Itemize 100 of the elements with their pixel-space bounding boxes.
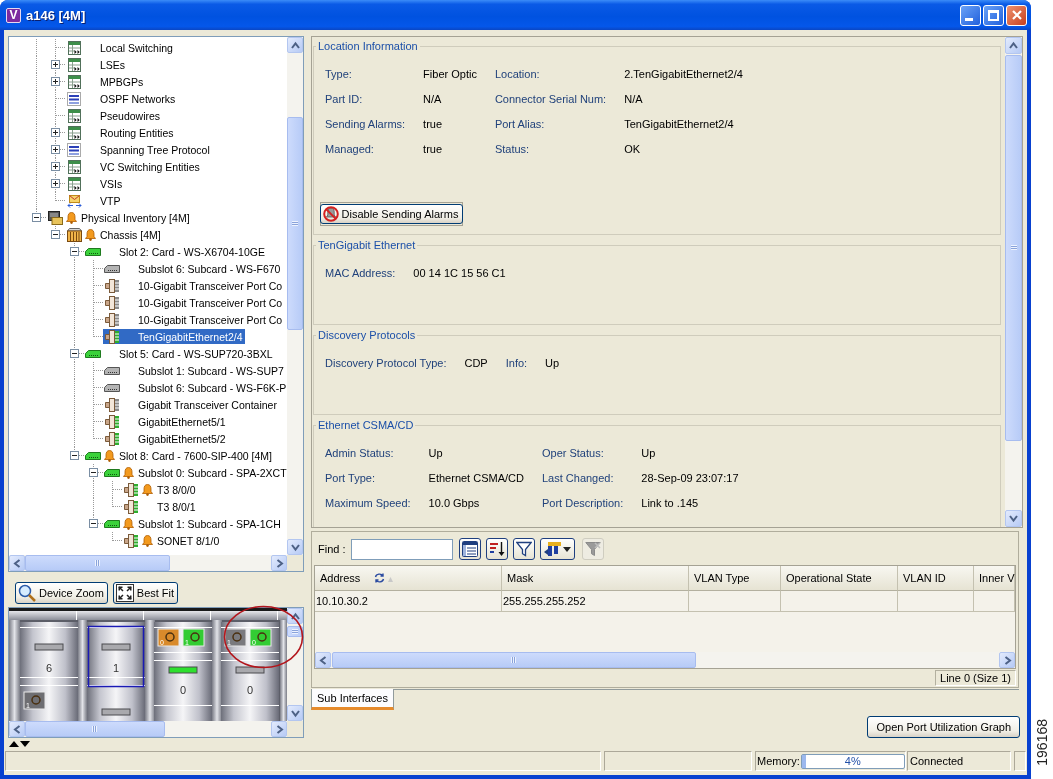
tree-item[interactable]: Physical Inventory [4M]: [46, 210, 192, 225]
scroll-left-button[interactable]: [9, 721, 25, 737]
column-header[interactable]: VLAN Type: [689, 566, 781, 591]
scrollbar-thumb[interactable]: [287, 626, 303, 637]
tree-item[interactable]: VTP: [65, 193, 123, 208]
scroll-right-button[interactable]: [271, 721, 287, 737]
tree-item[interactable]: Slot 5: Card - WS-SUP720-3BXL: [84, 346, 275, 361]
close-button[interactable]: [1006, 4, 1027, 26]
scrollbar-thumb[interactable]: [25, 721, 165, 737]
minus-box-icon[interactable]: [70, 451, 79, 460]
tree-item[interactable]: Subslot 0: Subcard - SPA-2XCT: [103, 465, 287, 480]
minus-box-icon[interactable]: [70, 247, 79, 256]
horizontal-scrollbar[interactable]: [315, 652, 1015, 668]
disable-alarms-button[interactable]: Disable Sending Alarms: [319, 204, 464, 224]
tree-item[interactable]: 10-Gigabit Transceiver Port Co: [103, 278, 285, 293]
vertical-scrollbar[interactable]: [287, 37, 303, 555]
horizontal-scrollbar[interactable]: [9, 555, 287, 571]
scrollbar-thumb[interactable]: [1005, 55, 1022, 441]
column-header[interactable]: Inner V: [974, 566, 1016, 591]
tree-item[interactable]: VC Switching Entities: [65, 159, 202, 174]
field-value: OK: [624, 142, 642, 155]
chevron-down-icon: [1009, 514, 1018, 523]
scroll-down-button[interactable]: [287, 539, 303, 555]
tree-item[interactable]: Routing Entities: [65, 125, 176, 140]
scroll-left-button[interactable]: [315, 652, 331, 668]
tree-item[interactable]: T3 8/0/0: [122, 482, 198, 497]
column-header[interactable]: VLAN ID: [898, 566, 974, 591]
plus-box-icon[interactable]: [51, 179, 60, 188]
plus-box-icon[interactable]: [51, 128, 60, 137]
minus-box-icon[interactable]: [89, 468, 98, 477]
tree-item[interactable]: TenGigabitEthernet2/4: [103, 329, 245, 344]
field-value: CDP: [464, 356, 488, 369]
minus-box-icon[interactable]: [70, 349, 79, 358]
tree-item[interactable]: OSPF Networks: [65, 91, 178, 106]
tree-item[interactable]: 10-Gigabit Transceiver Port Co: [103, 312, 285, 327]
tree-item[interactable]: GigabitEthernet5/1: [103, 414, 228, 429]
horizontal-scrollbar[interactable]: [9, 721, 287, 737]
best-fit-button[interactable]: Best Fit: [112, 582, 179, 604]
column-header[interactable]: Address: [315, 566, 502, 591]
tree-item[interactable]: VSIs: [65, 176, 125, 191]
vertical-scrollbar[interactable]: [287, 608, 303, 721]
field-value: 28-Sep-09 23:07:17: [641, 471, 739, 484]
tree-item[interactable]: Subslot 6: Subcard - WS-F670: [103, 261, 283, 276]
line-card[interactable]: 1: [86, 622, 146, 721]
find-field[interactable]: [350, 538, 453, 560]
plus-box-icon[interactable]: [51, 60, 60, 69]
scrollbar-thumb[interactable]: [332, 652, 696, 668]
tree-item[interactable]: SONET 8/1/0: [122, 533, 222, 548]
columns-icon: [543, 541, 562, 557]
scroll-right-button[interactable]: [271, 555, 287, 571]
graph-button[interactable]: Open Port Utilization Graph: [867, 716, 1020, 738]
tree-item[interactable]: MPBGPs: [65, 74, 146, 89]
tree-item[interactable]: LSEs: [65, 57, 128, 72]
plus-box-icon[interactable]: [51, 77, 60, 86]
minimize-button[interactable]: [960, 4, 981, 26]
minus-box-icon[interactable]: [89, 519, 98, 528]
chevron-down-icon: [290, 542, 300, 552]
scroll-down-button[interactable]: [1005, 510, 1022, 527]
scroll-up-button[interactable]: [287, 37, 303, 53]
columns-button[interactable]: [539, 538, 575, 560]
plus-box-icon[interactable]: [51, 162, 60, 171]
tree-item[interactable]: Slot 2: Card - WS-X6704-10GE: [84, 244, 267, 259]
column-header[interactable]: Operational State: [781, 566, 898, 591]
tab[interactable]: Sub Interfaces: [311, 689, 394, 710]
field-label: Type:: [325, 67, 353, 80]
vertical-scrollbar[interactable]: [1005, 37, 1022, 527]
scrollbar-thumb[interactable]: [25, 555, 170, 571]
maximize-button[interactable]: [983, 4, 1004, 26]
caret-icon: [562, 546, 571, 552]
tree-item[interactable]: 10-Gigabit Transceiver Port Co: [103, 295, 285, 310]
tree-item[interactable]: T3 8/0/1: [122, 499, 198, 514]
field-label: Connector Serial Num:: [494, 92, 607, 105]
bell-icon: [123, 517, 134, 530]
tree-item[interactable]: Slot 8: Card - 7600-SIP-400 [4M]: [84, 448, 274, 463]
tree-item[interactable]: Chassis [4M]: [65, 227, 163, 242]
tree-item[interactable]: Pseudowires: [65, 108, 163, 123]
list-button[interactable]: [458, 538, 481, 560]
tree-item[interactable]: GigabitEthernet5/2: [103, 431, 228, 446]
filter-button[interactable]: [512, 538, 535, 560]
plus-box-icon[interactable]: [51, 145, 60, 154]
tree-item[interactable]: Local Switching: [65, 40, 175, 55]
sort-button[interactable]: [485, 538, 508, 560]
card-handle: [101, 708, 131, 716]
scroll-up-button[interactable]: [287, 608, 303, 624]
tree-item[interactable]: Spanning Tree Protocol: [65, 142, 212, 157]
scroll-right-button[interactable]: [999, 652, 1015, 668]
scrollbar-thumb[interactable]: [287, 117, 303, 330]
minus-box-icon[interactable]: [51, 230, 60, 239]
minus-box-icon[interactable]: [32, 213, 41, 222]
tree-item[interactable]: Gigabit Transceiver Container: [103, 397, 279, 412]
tree-item[interactable]: Subslot 1: Subcard - SPA-1CH: [103, 516, 283, 531]
tree-item[interactable]: Subslot 6: Subcard - WS-F6K-P: [103, 380, 287, 395]
up-triangle-icon[interactable]: [9, 740, 19, 747]
device-zoom-button[interactable]: Device Zoom: [15, 582, 108, 604]
column-header[interactable]: Mask: [502, 566, 689, 591]
down-triangle-icon[interactable]: [20, 740, 30, 747]
scroll-left-button[interactable]: [9, 555, 25, 571]
tree-item[interactable]: Subslot 1: Subcard - WS-SUP7: [103, 363, 286, 378]
scroll-down-button[interactable]: [287, 705, 303, 721]
scroll-up-button[interactable]: [1005, 37, 1022, 54]
